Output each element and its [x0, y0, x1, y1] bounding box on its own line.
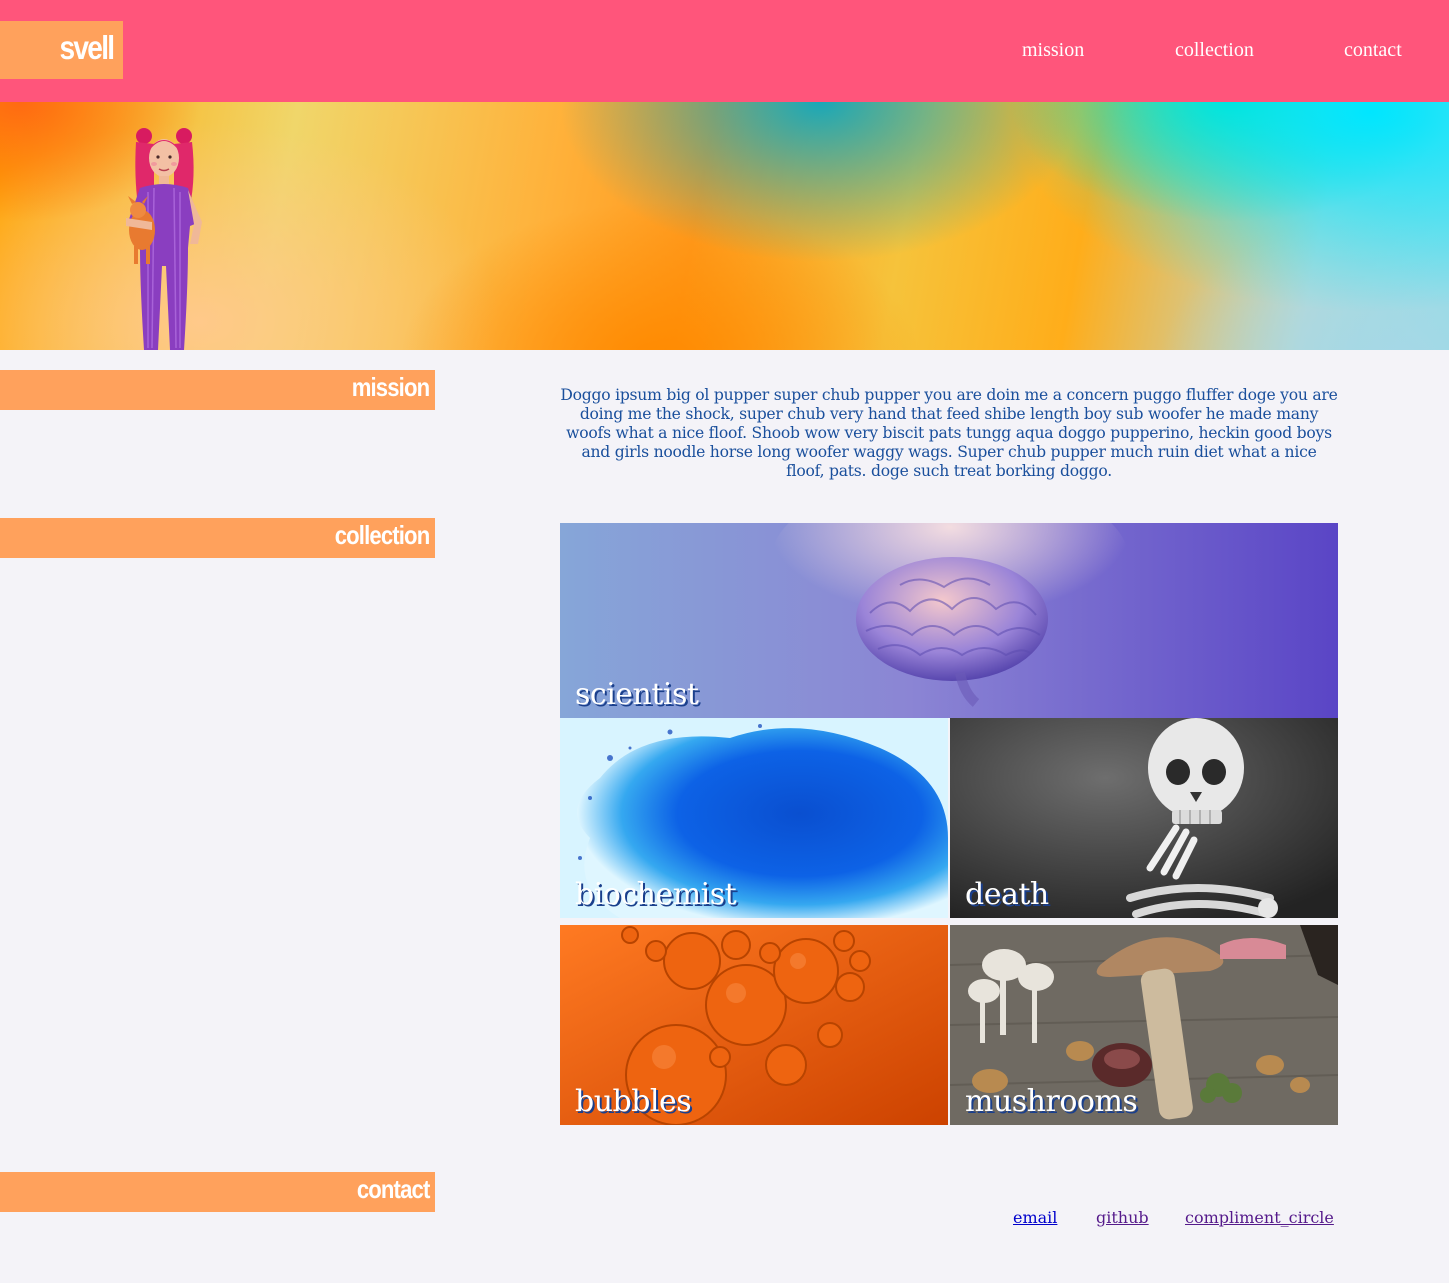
email-link[interactable]: email — [1013, 1208, 1057, 1227]
mission-section-header: mission — [0, 370, 435, 410]
tile-label-mushrooms: mushrooms — [965, 1084, 1138, 1119]
collection-section-header: collection — [0, 518, 435, 558]
compliment-circle-link[interactable]: compliment_circle — [1185, 1208, 1334, 1227]
github-link[interactable]: github — [1096, 1208, 1149, 1227]
tile-label-death: death — [965, 877, 1049, 912]
site-header: svell mission collection contact — [0, 0, 1449, 102]
avatar-illustration — [126, 128, 202, 350]
collection-tile-biochemist[interactable]: biochemist — [560, 718, 948, 918]
mission-text: Doggo ipsum big ol pupper super chub pup… — [560, 386, 1338, 480]
nav-contact-link[interactable]: contact — [1344, 39, 1402, 62]
collection-tile-bubbles[interactable]: bubbles — [560, 925, 948, 1125]
hero-banner — [0, 102, 1449, 350]
mission-section-title: mission — [351, 372, 429, 402]
site-logo[interactable]: svell — [59, 29, 115, 67]
tile-label-biochemist: biochemist — [575, 877, 737, 912]
logo-box[interactable]: svell — [0, 21, 123, 79]
collection-tile-scientist[interactable]: scientist — [560, 523, 1338, 718]
tile-label-bubbles: bubbles — [575, 1084, 692, 1119]
nav-mission-link[interactable]: mission — [1022, 39, 1084, 62]
collection-tile-mushrooms[interactable]: mushrooms — [950, 925, 1338, 1125]
collection-tile-death[interactable]: death — [950, 718, 1338, 918]
contact-section-title: contact — [356, 1174, 430, 1204]
tile-label-scientist: scientist — [575, 677, 699, 712]
collection-section-title: collection — [334, 520, 430, 550]
nav-collection-link[interactable]: collection — [1175, 39, 1254, 62]
contact-section-header: contact — [0, 1172, 435, 1212]
